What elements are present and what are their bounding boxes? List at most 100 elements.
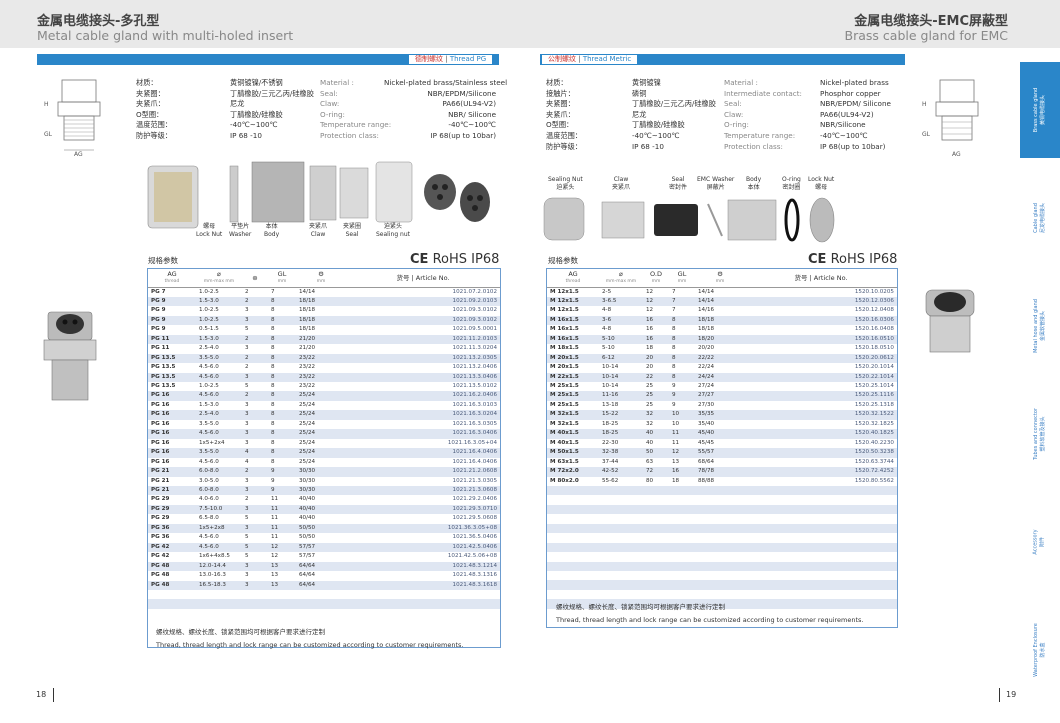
- table-cell-gl: 11: [271, 496, 279, 503]
- table-row: M 50x1.5 32-38 50 12 55/57 1520.50.3238: [547, 448, 897, 458]
- table-row-empty: [547, 514, 897, 523]
- table-cell-gl: 8: [669, 372, 695, 383]
- left-spec-table: AG thread ⌀ mm-max mm ⊛ GL mm ⚙ mm 货号 | Arti…: [148, 269, 500, 609]
- part-label-claw: 夹紧爪 Claw: [309, 223, 328, 238]
- table-cell-od: 72: [643, 467, 669, 477]
- table-row: PG 16 4.5-6.0 2 8 25/24 1021.16.2.0406: [148, 391, 500, 401]
- left-page-number: 18: [36, 690, 47, 699]
- sidebar-tab-accessory[interactable]: Accessory 附件: [1020, 494, 1060, 590]
- table-cell-empty: [643, 533, 669, 542]
- table-cell-ag: PG 9: [151, 307, 166, 314]
- table-cell-empty: [599, 571, 643, 580]
- table-cell-holes: 3: [242, 372, 268, 383]
- table-cell-wrench: 40/40: [299, 496, 316, 503]
- table-cell-article: 1021.21.3.0608: [346, 486, 500, 496]
- table-cell-range: 6.0-8.0: [196, 467, 242, 477]
- table-cell-wrench: 14/14: [695, 296, 745, 307]
- table-cell-range: 55-62: [602, 477, 619, 484]
- table-cell-ag: M 16x1.5: [550, 326, 579, 333]
- table-cell-range: 13.0-16.3: [199, 572, 226, 579]
- table-cell-wrench: 25/24: [296, 448, 346, 458]
- note-en: Thread, thread length and lock range can…: [156, 641, 464, 649]
- table-cell-article: 1021.21.2.0608: [346, 467, 500, 477]
- spec-label: Protection class:: [724, 141, 783, 151]
- table-cell-wrench: 27/30: [698, 401, 715, 408]
- table-cell-holes: 3: [242, 504, 268, 515]
- table-cell-empty: [745, 514, 897, 523]
- table-cell-empty: [669, 523, 695, 534]
- table-cell-range: 7.5-10.0: [196, 504, 242, 515]
- table-cell-ag: M 40x1.5: [547, 429, 599, 439]
- table-row: M 18x1.5 5-10 18 8 20/20 1520.18.0510: [547, 344, 897, 353]
- part-label-emc-washer: EMC Washer 屏蔽片: [697, 176, 735, 191]
- col-header-gl: GL mm: [268, 269, 296, 288]
- table-cell-holes: 5: [245, 383, 249, 390]
- table-cell-holes: 2: [242, 467, 268, 477]
- table-cell-wrench: 24/24: [695, 372, 745, 383]
- table-cell-ag: PG 48: [148, 561, 196, 572]
- table-cell-wrench: 64/64: [299, 572, 316, 579]
- table-cell-range: 3-6.5: [599, 296, 643, 307]
- part-label-seal: Seal 密封件: [669, 176, 688, 191]
- right-spec-en-values: Nickel-plated brass Phosphor copper NBR/…: [820, 78, 891, 152]
- table-cell-ag: PG 21: [151, 477, 170, 484]
- table-cell-empty: [547, 561, 599, 571]
- table-cell-article: 1021.36.5.0406: [452, 534, 497, 541]
- left-dimension-drawing: H GL AG: [44, 79, 101, 158]
- table-cell-range: 1.5-3.0: [196, 334, 242, 345]
- table-cell-ag: M 12x1.5: [547, 296, 599, 307]
- left-exploded-view: [147, 161, 490, 229]
- table-row: PG 48 13.0-16.3 3 13 64/64 1021.48.3.1316: [148, 571, 500, 580]
- table-row: M 16x1.5 4-8 16 8 18/18 1520.16.0408: [547, 325, 897, 334]
- table-cell-empty: [669, 504, 695, 515]
- table-cell-range: 4.5-6.0: [196, 542, 242, 553]
- table-cell-wrench: 18/18: [698, 326, 715, 333]
- sidebar-tab-tubes-connector[interactable]: Tubes and connector 塑料软管及接头: [1020, 386, 1060, 482]
- table-cell-wrench: 25/24: [299, 420, 316, 427]
- table-cell-ag: PG 9: [148, 296, 196, 307]
- table-cell-article: 1520.40.2230: [854, 439, 894, 446]
- table-cell-holes: 3: [245, 572, 249, 579]
- spec-value: Phosphor copper: [820, 88, 881, 98]
- table-cell-od: 12: [646, 307, 654, 314]
- table-cell-gl: 9: [271, 477, 275, 484]
- table-cell-ag: M 50x1.5: [547, 448, 599, 458]
- table-cell-gl: 9: [669, 391, 695, 401]
- table-row: PG 42 1x6+4x8.5 5 12 57/57 1021.42.5.06+08: [148, 552, 500, 561]
- table-cell-ag: PG 16: [148, 429, 196, 439]
- table-cell-article: 1520.22.1014: [745, 372, 897, 383]
- table-cell-gl: 12: [271, 553, 279, 560]
- table-cell-empty: [547, 514, 599, 523]
- table-cell-empty: [695, 533, 745, 542]
- table-cell-empty: [599, 514, 643, 523]
- table-cell-range: 22-30: [602, 439, 619, 446]
- table-cell-od: 32: [646, 420, 654, 427]
- table-row: PG 9 0.5-1.5 5 8 18/18 1021.09.5.0001: [148, 325, 500, 334]
- table-row: M 63x1.5 37-44 63 13 68/64 1520.63.3744: [547, 458, 897, 467]
- table-cell-gl: 8: [268, 410, 296, 420]
- table-cell-empty: [547, 571, 599, 580]
- table-cell-wrench: 45/40: [695, 429, 745, 439]
- table-cell-article: 1021.13.5.0102: [452, 383, 497, 390]
- table-cell-gl: 8: [672, 364, 676, 371]
- table-cell-gl: 16: [669, 467, 695, 477]
- table-cell-holes: 3: [245, 439, 249, 446]
- sidebar-tab-brass-cable-gland[interactable]: Brass cable gland 黄铜电缆接头: [1020, 62, 1060, 158]
- table-cell-ag: PG 13.5: [151, 364, 176, 371]
- table-cell-empty: [547, 533, 599, 542]
- col-header-wrench: ⚙ mm: [695, 269, 745, 288]
- sidebar-tab-cable-gland[interactable]: Cable gland 尼龙电缆接头: [1020, 170, 1060, 266]
- table-row-empty: [547, 523, 897, 534]
- left-thread-tag-en: Thread PG: [449, 55, 487, 63]
- sidebar-tab-waterproof-enclosure[interactable]: Waterproof Enclosure 防水盒: [1020, 602, 1060, 698]
- table-cell-empty: [599, 504, 643, 515]
- table-cell-range: 3-6: [599, 315, 643, 326]
- table-cell-range: 1.0-2.5: [199, 307, 219, 314]
- table-cell-range: 18-25: [602, 420, 619, 427]
- table-cell-empty: [669, 514, 695, 523]
- table-cell-holes: 3: [242, 410, 268, 420]
- table-cell-article: 1021.16.4.0406: [346, 448, 500, 458]
- table-cell-wrench: 22/22: [695, 353, 745, 364]
- table-cell-range: 4.5-6.0: [196, 429, 242, 439]
- sidebar-tab-metal-hose[interactable]: Metal hose and gland 金属软管接头: [1020, 278, 1060, 374]
